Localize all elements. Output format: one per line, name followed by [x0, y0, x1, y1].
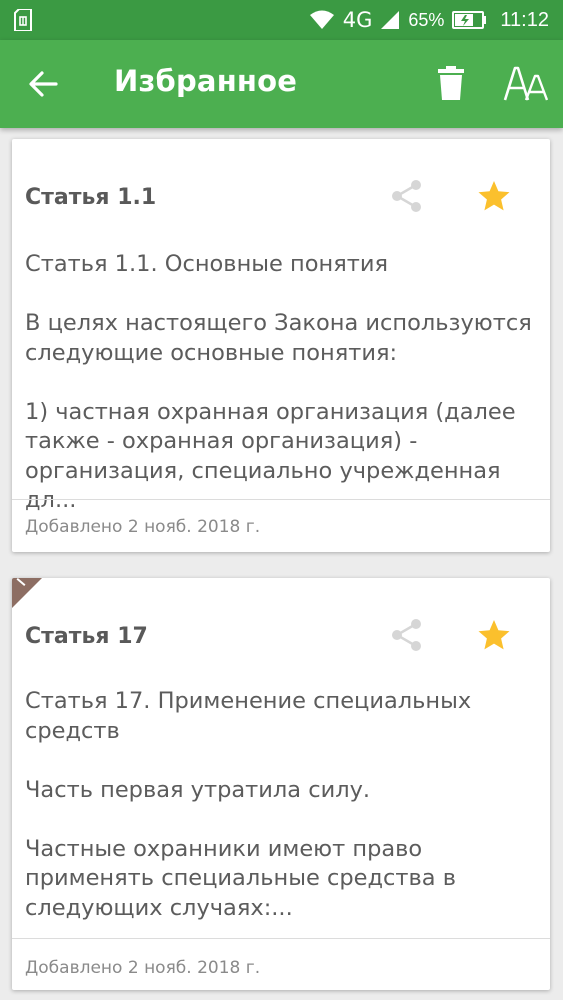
- favorite-card[interactable]: Статья 17 Статья 17. Применение специаль…: [12, 578, 550, 990]
- excerpt-line: В целях настоящего Закона используются с…: [25, 310, 532, 366]
- favorite-card[interactable]: Статья 1.1 Статья 1.1. Основные понятия …: [12, 139, 550, 552]
- battery-percent: 65%: [408, 9, 445, 30]
- wifi-icon: [309, 10, 334, 29]
- battery-charging-icon: [452, 11, 487, 29]
- sim-card-icon: [14, 9, 32, 31]
- card-header: Статья 1.1: [25, 139, 156, 255]
- status-bar: 4G 65% 11:12: [0, 0, 563, 40]
- text-size-icon[interactable]: [502, 60, 548, 106]
- delete-icon[interactable]: [436, 65, 466, 101]
- excerpt-line: Статья 1.1. Основные понятия: [25, 251, 389, 277]
- excerpt-line: 1) частная охранная организация (далее т…: [25, 398, 516, 514]
- divider: [12, 938, 550, 939]
- card-excerpt: Статья 1.1. Основные понятия В целях нас…: [25, 250, 538, 545]
- star-icon[interactable]: [477, 179, 511, 213]
- excerpt-line: Частные охранники имеют право применять …: [25, 835, 456, 921]
- back-arrow-icon[interactable]: [26, 67, 60, 101]
- excerpt-line: Часть первая утратила силу.: [25, 776, 371, 803]
- signal-icon: [381, 11, 400, 29]
- page-title: Избранное: [114, 64, 298, 98]
- share-icon[interactable]: [390, 618, 424, 652]
- added-date: Добавлено 2 нояб. 2018 г.: [25, 958, 261, 978]
- card-header: Статья 17: [25, 578, 148, 694]
- card-heading: Статья 1.1: [25, 184, 157, 210]
- card-heading: Статья 17: [25, 623, 148, 649]
- clock: 11:12: [500, 8, 549, 31]
- network-type: 4G: [342, 8, 373, 32]
- star-icon[interactable]: [477, 618, 511, 652]
- excerpt-line: Статья 17. Применение специальных средст…: [25, 688, 472, 744]
- card-excerpt: Статья 17. Применение специальных средст…: [25, 687, 538, 953]
- divider: [12, 499, 550, 500]
- app-bar: Избранное: [0, 40, 563, 128]
- added-date: Добавлено 2 нояб. 2018 г.: [25, 517, 261, 537]
- share-icon[interactable]: [390, 179, 424, 213]
